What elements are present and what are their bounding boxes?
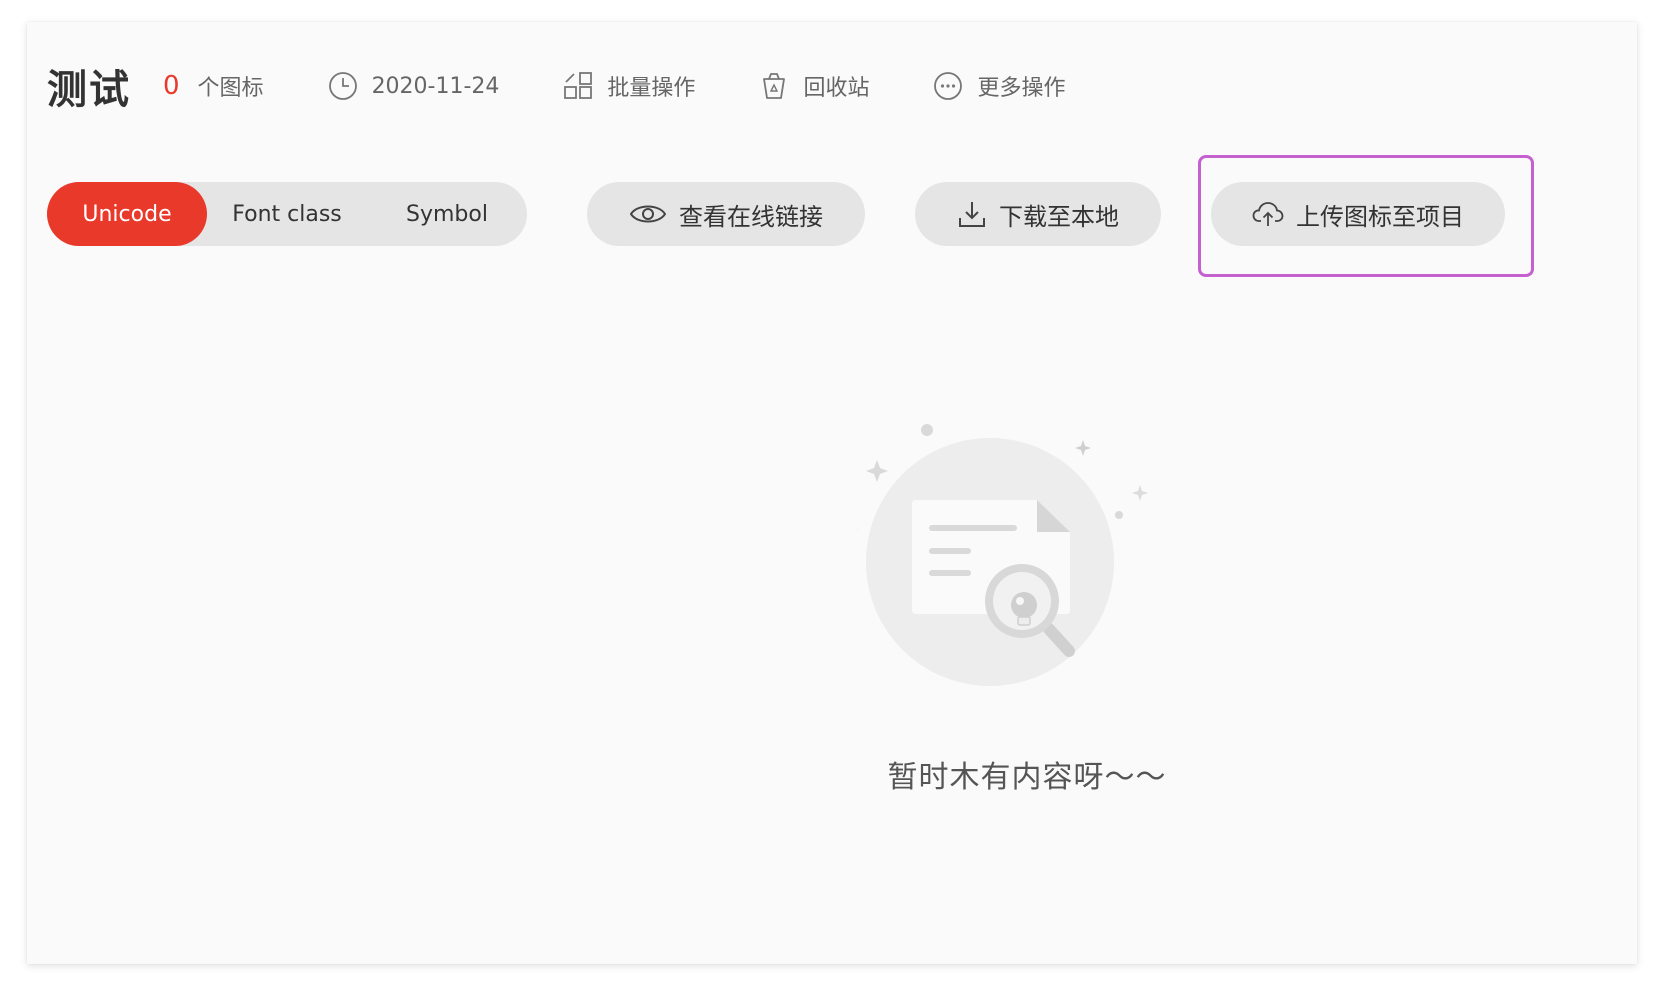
- more-operations-label: 更多操作: [977, 76, 1066, 101]
- clock-icon: [328, 71, 358, 101]
- view-online-link-label: 查看在线链接: [679, 202, 823, 231]
- icon-count: 0: [163, 71, 180, 101]
- upload-highlight-frame: [1198, 155, 1534, 277]
- view-online-link-button[interactable]: 查看在线链接: [587, 182, 865, 246]
- tab-symbol[interactable]: Symbol: [367, 182, 527, 246]
- date-label: 2020-11-24: [371, 73, 500, 99]
- empty-state-illustration: [842, 422, 1197, 742]
- batch-operation-button[interactable]: 批量操作: [563, 70, 695, 102]
- grid-icon: [563, 71, 593, 101]
- download-local-button[interactable]: 下载至本地: [915, 182, 1161, 246]
- download-icon: [957, 199, 999, 229]
- more-icon: [933, 71, 963, 101]
- icon-count-label: 个图标: [197, 76, 264, 101]
- project-header: 测试 0 个图标 2020-11-24 批量操作 回收站 更多操作: [47, 56, 1065, 116]
- project-date: 2020-11-24: [328, 71, 500, 101]
- tab-font-class[interactable]: Font class: [207, 182, 367, 246]
- trash-button[interactable]: 回收站: [759, 70, 869, 102]
- tab-unicode[interactable]: Unicode: [47, 182, 207, 246]
- batch-operation-label: 批量操作: [607, 76, 696, 101]
- download-local-label: 下载至本地: [999, 202, 1119, 231]
- trash-icon: [759, 71, 789, 101]
- trash-label: 回收站: [803, 76, 870, 101]
- more-operations-button[interactable]: 更多操作: [933, 70, 1065, 102]
- eye-icon: [629, 201, 679, 227]
- project-panel: 测试 0 个图标 2020-11-24 批量操作 回收站 更多操作 Unicod…: [27, 22, 1637, 964]
- empty-state-message: 暂时木有内容呀～～: [887, 760, 1167, 795]
- project-title: 测试: [47, 67, 131, 113]
- code-type-tabs: Unicode Font class Symbol: [47, 182, 527, 246]
